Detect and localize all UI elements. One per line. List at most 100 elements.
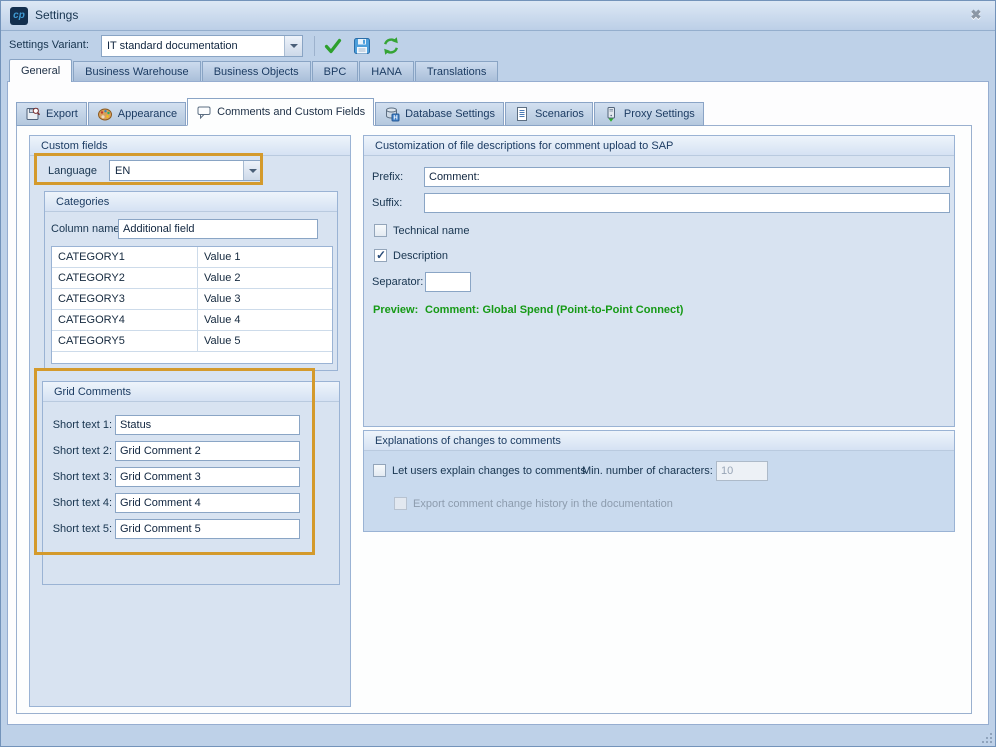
tab-bpc[interactable]: BPC [312,61,359,82]
category-value-cell[interactable]: Value 2 [198,268,332,288]
min-chars-input [716,461,768,481]
short-text-2-label: Short text 2: [47,441,112,461]
prefix-label: Prefix: [372,167,403,187]
short-text-4-input[interactable] [115,493,300,513]
category-value-cell[interactable]: Value 1 [198,247,332,267]
category-name-cell[interactable]: CATEGORY5 [52,331,198,351]
sub-tab-bar: Export Appearance Comments and C [16,98,705,126]
tab-business-warehouse[interactable]: Business Warehouse [73,61,201,82]
language-combobox[interactable] [109,160,262,181]
language-input[interactable] [110,161,243,180]
suffix-label: Suffix: [372,193,402,213]
subtab-comments-label: Comments and Custom Fields [217,106,365,118]
chevron-down-icon[interactable] [284,36,302,56]
app-logo-icon: cp [10,7,28,25]
short-text-5-input[interactable] [115,519,300,539]
short-text-5-label: Short text 5: [47,519,112,539]
refresh-icon[interactable] [381,36,401,56]
custom-fields-group-title: Custom fields [30,136,350,156]
subtab-scenarios-label: Scenarios [535,108,584,120]
table-row[interactable]: CATEGORY1 Value 1 [52,247,332,268]
subtab-export[interactable]: Export [16,102,87,126]
export-history-label: Export comment change history in the doc… [413,494,673,514]
short-text-3-label: Short text 3: [47,467,112,487]
prefix-input[interactable] [424,167,950,187]
explanations-group-title: Explanations of changes to comments [364,431,954,451]
subtab-appearance[interactable]: Appearance [88,102,186,126]
export-history-checkbox [394,497,407,510]
resize-grip[interactable] [981,732,993,744]
subtab-comments-custom-fields[interactable]: Comments and Custom Fields [187,98,374,126]
subtab-export-label: Export [46,108,78,120]
categories-group: Categories Column name: CATEGORY1 Value … [44,191,338,371]
separator-label: Separator: [372,272,423,292]
subtab-scenarios[interactable]: Scenarios [505,102,593,126]
title-bar: cp Settings ✖ [1,1,995,31]
speech-bubble-icon [196,104,212,120]
table-row[interactable]: CATEGORY2 Value 2 [52,268,332,289]
toolbar-separator [314,36,315,56]
subtab-proxy-label: Proxy Settings [624,108,695,120]
grid-comments-group-title: Grid Comments [43,382,339,402]
settings-variant-input[interactable] [102,36,284,56]
short-text-3-input[interactable] [115,467,300,487]
let-users-explain-label: Let users explain changes to comments [392,461,586,481]
document-icon [514,106,530,122]
customization-group-title: Customization of file descriptions for c… [364,136,954,156]
category-name-cell[interactable]: CATEGORY4 [52,310,198,330]
svg-text:H: H [393,116,397,122]
min-chars-label: Min. number of characters: [582,461,713,481]
explanations-group: Explanations of changes to comments Let … [363,430,955,532]
general-tab-panel: Export Appearance Comments and C [7,81,989,725]
tab-hana[interactable]: HANA [359,61,414,82]
export-icon [25,106,41,122]
description-label: Description [393,246,448,266]
window-title: Settings [35,1,78,30]
grid-comments-group: Grid Comments Short text 1: Short text 2… [42,381,340,585]
short-text-1-input[interactable] [115,415,300,435]
category-name-cell[interactable]: CATEGORY3 [52,289,198,309]
chevron-down-icon[interactable] [243,161,261,180]
subtab-database-label: Database Settings [405,108,495,120]
language-label: Language [48,161,97,181]
categories-table[interactable]: CATEGORY1 Value 1 CATEGORY2 Value 2 CATE… [51,246,333,364]
tab-translations[interactable]: Translations [415,61,499,82]
technical-name-label: Technical name [393,221,469,241]
settings-window: cp Settings ✖ Settings Variant: General [0,0,996,747]
palette-icon [97,106,113,122]
table-row[interactable]: CATEGORY5 Value 5 [52,331,332,352]
confirm-check-icon[interactable] [323,36,343,56]
category-value-cell[interactable]: Value 5 [198,331,332,351]
column-name-input[interactable] [118,219,318,239]
tab-business-objects[interactable]: Business Objects [202,61,311,82]
settings-variant-label: Settings Variant: [9,31,89,59]
category-name-cell[interactable]: CATEGORY2 [52,268,198,288]
suffix-input[interactable] [424,193,950,213]
category-value-cell[interactable]: Value 3 [198,289,332,309]
subtab-database-settings[interactable]: H Database Settings [375,102,504,126]
technical-name-checkbox[interactable] [374,224,387,237]
let-users-explain-checkbox[interactable] [373,464,386,477]
tab-general[interactable]: General [9,59,72,82]
category-value-cell[interactable]: Value 4 [198,310,332,330]
table-row[interactable]: CATEGORY4 Value 4 [52,310,332,331]
short-text-2-input[interactable] [115,441,300,461]
subtab-proxy-settings[interactable]: Proxy Settings [594,102,704,126]
category-name-cell[interactable]: CATEGORY1 [52,247,198,267]
main-tab-bar: General Business Warehouse Business Obje… [9,59,499,82]
customization-group: Customization of file descriptions for c… [363,135,955,427]
description-checkbox[interactable] [374,249,387,262]
preview-value: Comment: Global Spend (Point-to-Point Co… [425,300,683,320]
column-name-label: Column name: [51,219,123,239]
save-icon[interactable] [352,36,372,56]
separator-input[interactable] [425,272,471,292]
close-icon[interactable]: ✖ [967,6,985,24]
table-row[interactable]: CATEGORY3 Value 3 [52,289,332,310]
subtab-appearance-label: Appearance [118,108,177,120]
custom-fields-group: Custom fields Language Categories Column… [29,135,351,707]
preview-label: Preview: [373,300,418,320]
comments-custom-fields-panel: Custom fields Language Categories Column… [16,125,972,714]
short-text-1-label: Short text 1: [47,415,112,435]
database-icon: H [384,106,400,122]
settings-variant-combobox[interactable] [101,35,303,57]
